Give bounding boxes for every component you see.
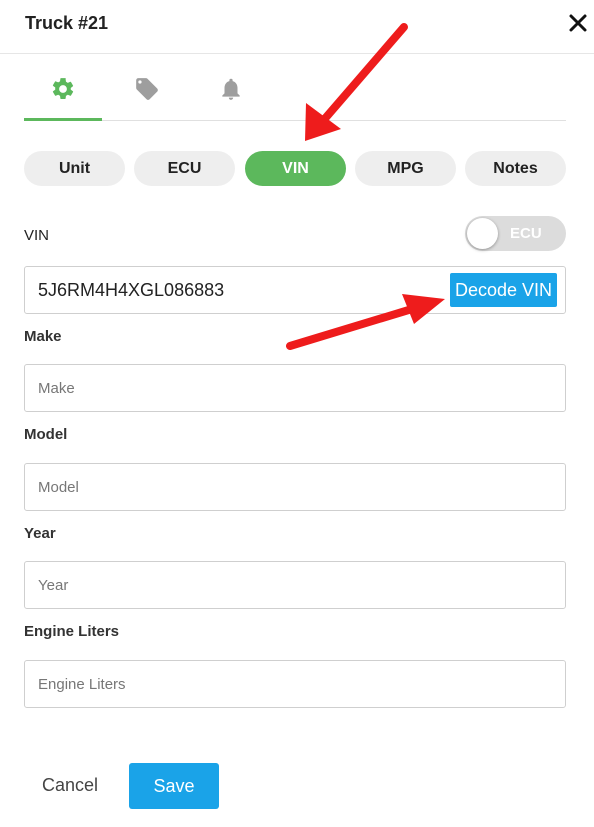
- model-label: Model: [24, 426, 68, 443]
- dialog-title: Truck #21: [25, 13, 109, 33]
- engine-liters-label: Engine Liters: [24, 623, 120, 640]
- make-input[interactable]: [25, 365, 565, 411]
- year-label: Year: [24, 525, 56, 542]
- bell-icon: [222, 78, 240, 100]
- toggle-label: ECU: [510, 225, 542, 242]
- decode-vin-button[interactable]: Decode VIN: [450, 273, 557, 307]
- gear-icon: [52, 78, 74, 99]
- make-label: Make: [24, 328, 62, 345]
- toggle-knob: [467, 218, 498, 249]
- make-field: [24, 364, 566, 412]
- pill-vin[interactable]: VIN: [245, 151, 346, 186]
- ecu-toggle[interactable]: ECU: [465, 216, 566, 251]
- tag-icon: [136, 78, 158, 100]
- engine-liters-field: [24, 660, 566, 708]
- icon-tab-bar: [24, 60, 566, 121]
- tab-alerts[interactable]: [192, 60, 270, 118]
- vin-label: VIN: [24, 227, 50, 244]
- close-icon: [569, 14, 587, 32]
- dialog-header: Truck #21: [0, 0, 594, 54]
- model-input[interactable]: [25, 464, 565, 510]
- pill-unit[interactable]: Unit: [24, 151, 125, 186]
- pill-mpg[interactable]: MPG: [355, 151, 456, 186]
- pill-notes[interactable]: Notes: [465, 151, 566, 186]
- year-field: [24, 561, 566, 609]
- save-button[interactable]: Save: [129, 763, 219, 809]
- model-field: [24, 463, 566, 511]
- tab-settings[interactable]: [24, 60, 102, 121]
- pill-ecu[interactable]: ECU: [134, 151, 235, 186]
- year-input[interactable]: [25, 562, 565, 608]
- section-pills: Unit ECU VIN MPG Notes: [24, 151, 566, 186]
- tab-tags[interactable]: [108, 60, 186, 118]
- close-button[interactable]: [565, 10, 591, 36]
- cancel-button[interactable]: Cancel: [42, 775, 98, 796]
- engine-liters-input[interactable]: [25, 661, 565, 707]
